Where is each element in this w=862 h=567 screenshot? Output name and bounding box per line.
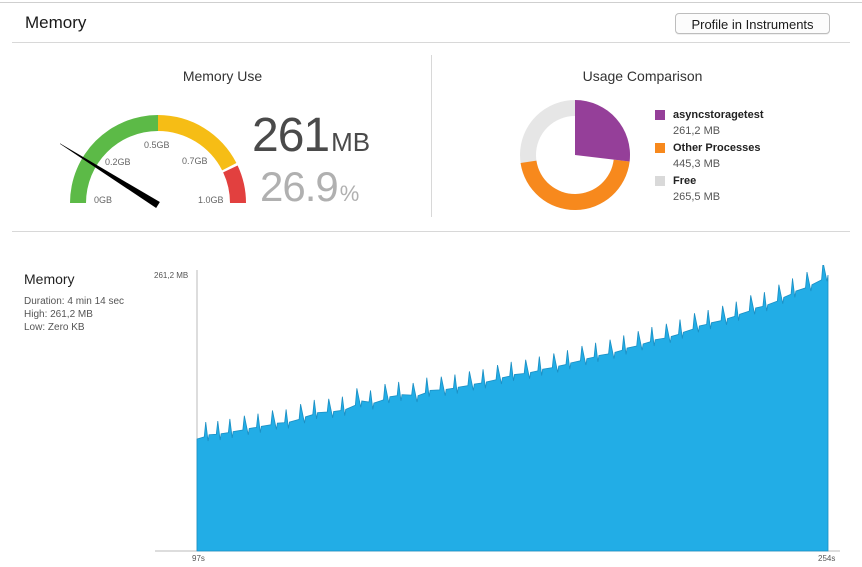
memory-area-chart: 261,2 MB 97s 254s — [154, 265, 840, 563]
profile-in-instruments-button[interactable]: Profile in Instruments — [675, 13, 830, 34]
top-divider — [0, 2, 862, 3]
middle-divider — [12, 231, 850, 232]
legend-name: Free — [673, 175, 697, 187]
memory-value-unit: MB — [331, 127, 371, 157]
memory-chart-title: Memory — [24, 271, 75, 287]
x-axis-end-label: 254s — [818, 554, 835, 563]
gauge-label-4: 1.0GB — [198, 195, 224, 205]
gauge-label-2: 0.5GB — [144, 140, 170, 150]
donut-other-processes-segment — [520, 159, 630, 210]
header-divider — [12, 42, 850, 43]
memory-percent-number: 26.9 — [260, 163, 339, 210]
legend-name: asyncstoragetest — [673, 109, 764, 121]
memory-area-series — [196, 265, 829, 552]
y-axis-top-label: 261,2 MB — [154, 271, 188, 280]
gauge-label-0: 0GB — [94, 195, 112, 205]
memory-percent-unit: % — [339, 181, 360, 206]
gauge-red-segment — [223, 165, 246, 203]
memory-high: High: 261,2 MB — [24, 309, 93, 320]
memory-use-title: Memory Use — [182, 68, 263, 84]
memory-low: Low: Zero KB — [24, 322, 85, 333]
memory-value: 261MB — [252, 108, 370, 163]
memory-duration: Duration: 4 min 14 sec — [24, 296, 125, 307]
page-title: Memory — [25, 13, 87, 32]
legend-value: 265,5 MB — [673, 191, 721, 203]
legend-name: Other Processes — [673, 142, 761, 154]
legend-swatch — [655, 176, 665, 186]
memory-gauge: 0GB 0.2GB 0.5GB 0.7GB 1.0GB — [60, 115, 246, 208]
legend-value: 445,3 MB — [673, 158, 721, 170]
usage-donut-chart — [520, 100, 630, 210]
legend-swatch — [655, 143, 665, 153]
usage-comparison-title: Usage Comparison — [582, 68, 703, 84]
donut-asyncstoragetest-segment — [575, 100, 630, 162]
gauge-label-3: 0.7GB — [182, 156, 208, 166]
gauge-label-1: 0.2GB — [105, 157, 131, 167]
memory-value-number: 261 — [252, 109, 330, 162]
section-divider — [431, 55, 432, 217]
legend-value: 261,2 MB — [673, 125, 721, 137]
legend-swatch — [655, 110, 665, 120]
memory-percent: 26.9% — [260, 163, 359, 211]
x-axis-start-label: 97s — [192, 554, 205, 563]
